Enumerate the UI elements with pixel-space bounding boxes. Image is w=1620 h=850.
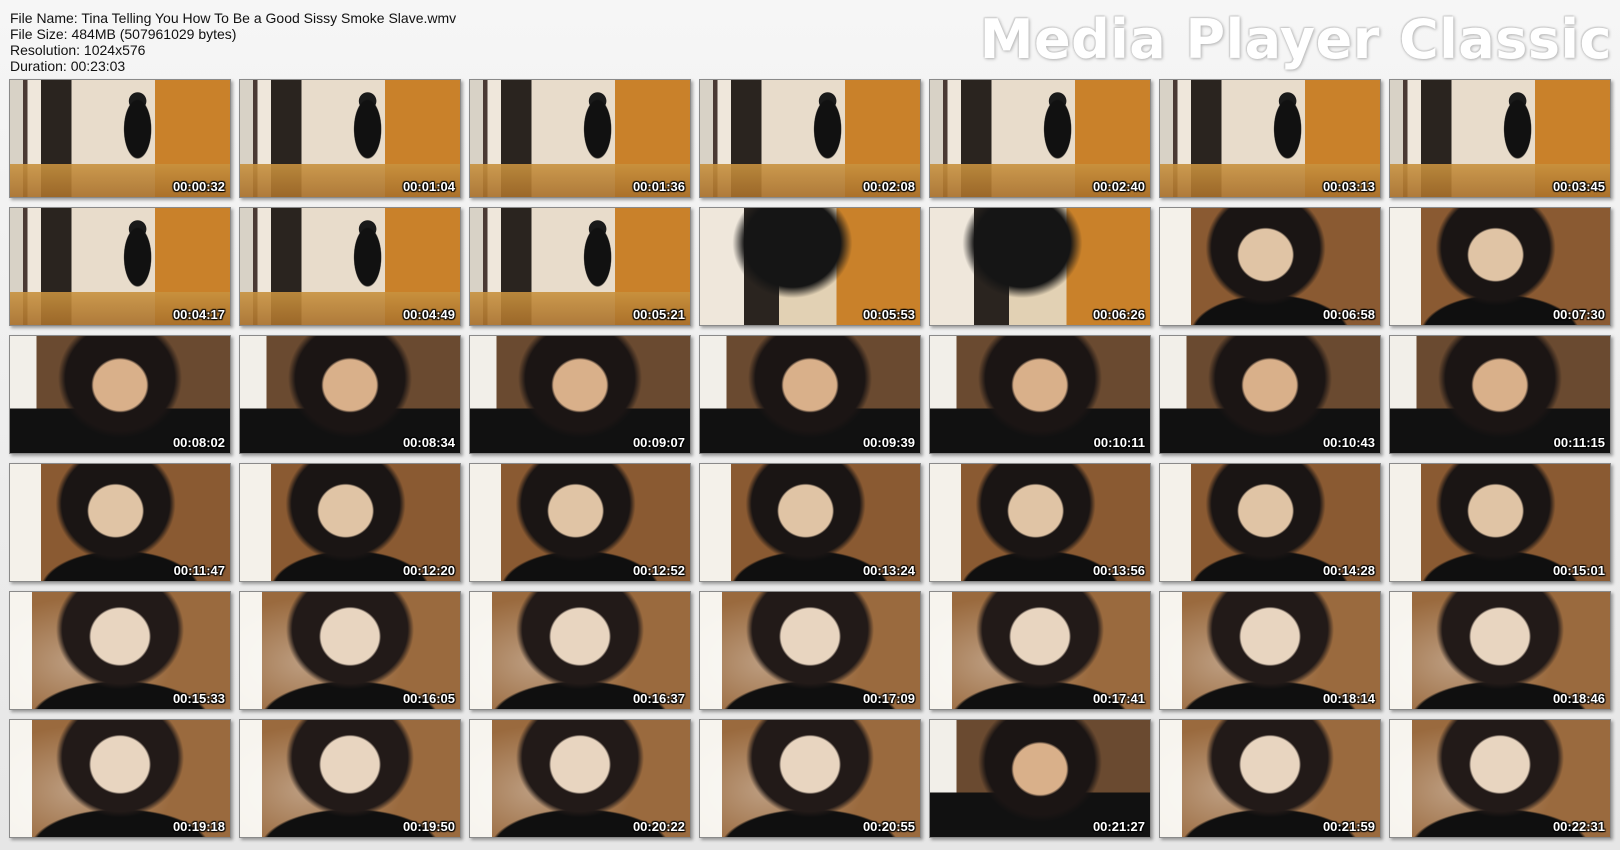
thumbnail-frame: 00:01:04 (239, 79, 461, 198)
thumbnail-frame: 00:10:43 (1159, 335, 1381, 454)
thumbnail-timestamp: 00:13:56 (1092, 563, 1145, 578)
thumbnail-timestamp: 00:14:28 (1322, 563, 1375, 578)
thumbnail-grid: 00:00:32 00:01:04 00:01:36 00:02:08 00:02:40… (9, 79, 1611, 838)
thumbnail-timestamp: 00:02:08 (862, 179, 915, 194)
resolution: Resolution: 1024x576 (10, 42, 146, 58)
thumbnail-timestamp: 00:17:41 (1092, 691, 1145, 706)
thumbnail-timestamp: 00:16:37 (632, 691, 685, 706)
thumbnail-timestamp: 00:18:14 (1322, 691, 1375, 706)
thumbnail-frame: 00:03:45 (1389, 79, 1611, 198)
thumbnail-frame: 00:20:55 (699, 719, 921, 838)
thumbnail-timestamp: 00:01:04 (402, 179, 455, 194)
thumbnail-timestamp: 00:03:45 (1552, 179, 1605, 194)
thumbnail-timestamp: 00:18:46 (1552, 691, 1605, 706)
thumbnail-frame: 00:19:50 (239, 719, 461, 838)
thumbnail-timestamp: 00:12:20 (402, 563, 455, 578)
thumbnail-frame: 00:17:09 (699, 591, 921, 710)
thumbnail-timestamp: 00:15:33 (172, 691, 225, 706)
thumbnail-timestamp: 00:09:07 (632, 435, 685, 450)
thumbnail-timestamp: 00:06:26 (1092, 307, 1145, 322)
thumbnail-timestamp: 00:19:18 (172, 819, 225, 834)
thumbnail-frame: 00:13:56 (929, 463, 1151, 582)
thumbnail-timestamp: 00:13:24 (862, 563, 915, 578)
thumbnail-frame: 00:02:40 (929, 79, 1151, 198)
thumbnail-frame: 00:16:37 (469, 591, 691, 710)
thumbnail-timestamp: 00:08:34 (402, 435, 455, 450)
thumbnail-frame: 00:04:17 (9, 207, 231, 326)
thumbnail-frame: 00:22:31 (1389, 719, 1611, 838)
thumbnail-frame: 00:18:14 (1159, 591, 1381, 710)
thumbnail-frame: 00:11:15 (1389, 335, 1611, 454)
thumbnail-timestamp: 00:09:39 (862, 435, 915, 450)
thumbnail-timestamp: 00:07:30 (1552, 307, 1605, 322)
thumbnail-frame: 00:21:59 (1159, 719, 1381, 838)
thumbnail-frame: 00:12:20 (239, 463, 461, 582)
thumbnail-timestamp: 00:11:15 (1553, 435, 1605, 450)
thumbnail-frame: 00:09:39 (699, 335, 921, 454)
thumbnail-timestamp: 00:02:40 (1092, 179, 1145, 194)
thumbnail-frame: 00:02:08 (699, 79, 921, 198)
thumbnail-frame: 00:15:33 (9, 591, 231, 710)
thumbnail-timestamp: 00:01:36 (632, 179, 685, 194)
thumbnail-frame: 00:13:24 (699, 463, 921, 582)
thumbnail-frame: 00:08:34 (239, 335, 461, 454)
thumbnail-frame: 00:17:41 (929, 591, 1151, 710)
thumbnail-timestamp: 00:20:55 (862, 819, 915, 834)
thumbnail-frame: 00:11:47 (9, 463, 231, 582)
thumbnail-frame: 00:21:27 (929, 719, 1151, 838)
thumbnail-timestamp: 00:21:27 (1092, 819, 1145, 834)
thumbnail-frame: 00:19:18 (9, 719, 231, 838)
thumbnail-timestamp: 00:10:11 (1093, 435, 1145, 450)
thumbnail-timestamp: 00:00:32 (172, 179, 225, 194)
thumbnail-frame: 00:14:28 (1159, 463, 1381, 582)
thumbnail-frame: 00:12:52 (469, 463, 691, 582)
thumbnail-frame: 00:01:36 (469, 79, 691, 198)
thumbnail-timestamp: 00:06:58 (1322, 307, 1375, 322)
media-player-classic-logo: Media Player Classic (979, 8, 1612, 71)
thumbnail-timestamp: 00:16:05 (402, 691, 455, 706)
thumbnail-frame: 00:08:02 (9, 335, 231, 454)
thumbnail-timestamp: 00:08:02 (172, 435, 225, 450)
thumbnail-frame: 00:04:49 (239, 207, 461, 326)
thumbnail-frame: 00:09:07 (469, 335, 691, 454)
thumbnail-timestamp: 00:03:13 (1322, 179, 1375, 194)
file-info: File Name: Tina Telling You How To Be a … (10, 10, 456, 74)
thumbnail-frame: 00:06:26 (929, 207, 1151, 326)
file-size: File Size: 484MB (507961029 bytes) (10, 26, 237, 42)
thumbnail-timestamp: 00:04:49 (402, 307, 455, 322)
thumbnail-timestamp: 00:11:47 (173, 563, 225, 578)
thumbnail-frame: 00:03:13 (1159, 79, 1381, 198)
thumbnail-timestamp: 00:20:22 (632, 819, 685, 834)
thumbnail-timestamp: 00:10:43 (1322, 435, 1375, 450)
thumbnail-timestamp: 00:22:31 (1552, 819, 1605, 834)
thumbnail-frame: 00:06:58 (1159, 207, 1381, 326)
thumbnail-frame: 00:05:21 (469, 207, 691, 326)
thumbnail-frame: 00:00:32 (9, 79, 231, 198)
thumbnail-timestamp: 00:12:52 (632, 563, 685, 578)
thumbnail-timestamp: 00:19:50 (402, 819, 455, 834)
thumbnail-timestamp: 00:05:53 (862, 307, 915, 322)
thumbnail-timestamp: 00:17:09 (862, 691, 915, 706)
thumbnail-frame: 00:15:01 (1389, 463, 1611, 582)
thumbnail-frame: 00:18:46 (1389, 591, 1611, 710)
thumbnail-frame: 00:20:22 (469, 719, 691, 838)
duration: Duration: 00:23:03 (10, 58, 126, 74)
thumbnail-frame: 00:07:30 (1389, 207, 1611, 326)
file-name: File Name: Tina Telling You How To Be a … (10, 10, 457, 26)
thumbnail-timestamp: 00:05:21 (632, 307, 685, 322)
thumbnail-timestamp: 00:15:01 (1552, 563, 1605, 578)
thumbnail-timestamp: 00:04:17 (172, 307, 225, 322)
thumbnail-frame: 00:16:05 (239, 591, 461, 710)
thumbnail-timestamp: 00:21:59 (1322, 819, 1375, 834)
thumbnail-frame: 00:10:11 (929, 335, 1151, 454)
thumbnail-frame: 00:05:53 (699, 207, 921, 326)
